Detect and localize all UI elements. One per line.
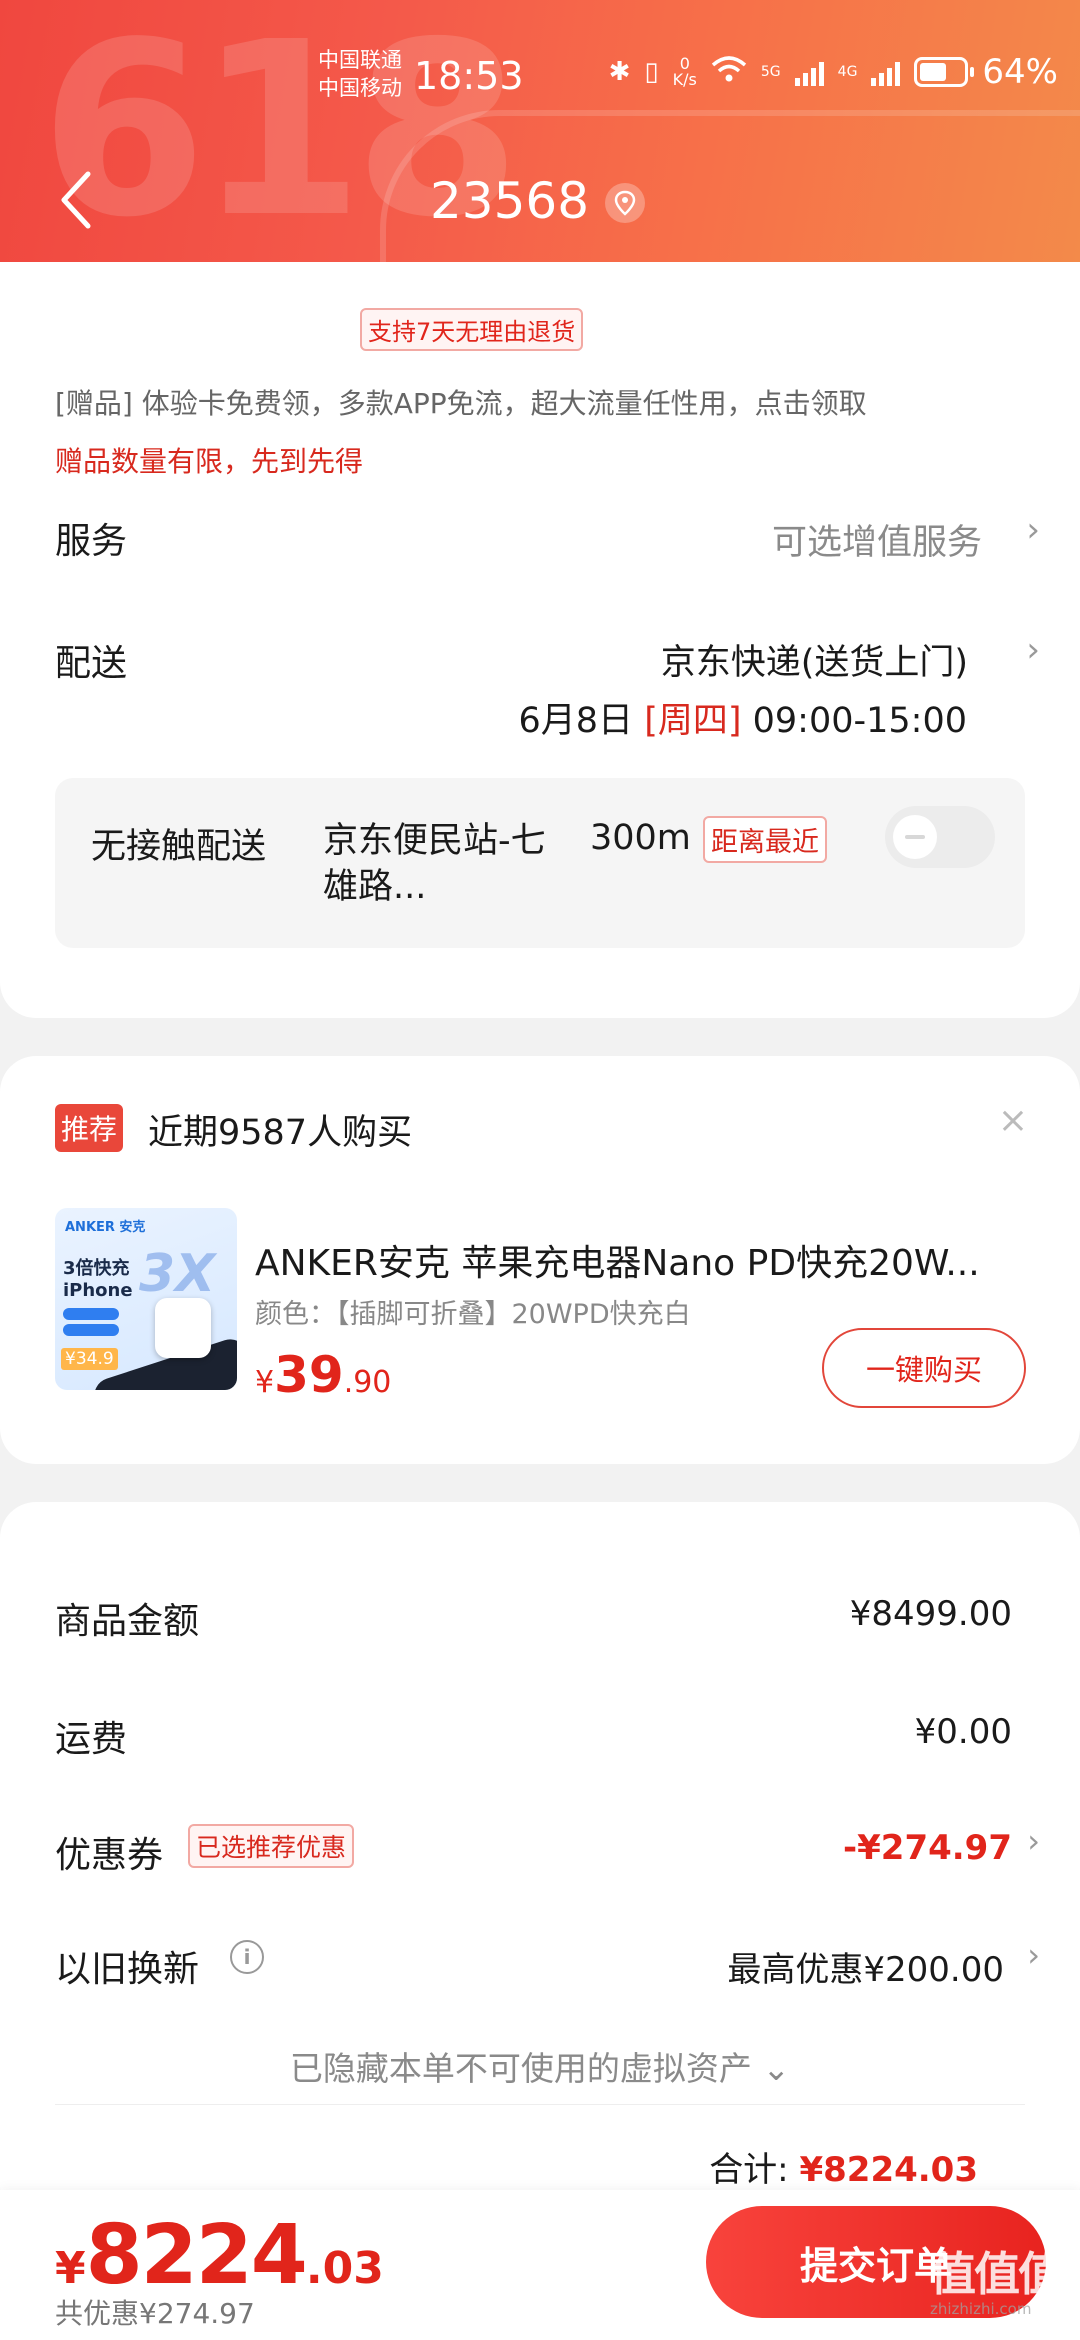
product-image-headline-line: 3倍快充 xyxy=(63,1258,130,1279)
recommend-title: 近期9587人购买 xyxy=(148,1113,413,1153)
final-price: ¥8224.03 xyxy=(55,2208,384,2303)
delivery-card: 支持7天无理由退货 [赠品] 体验卡免费领，多款APP免流，超大流量任性用，点击… xyxy=(0,262,1080,1018)
final-price-int: 8224 xyxy=(85,2208,308,2303)
tradein-label: 以旧换新 xyxy=(55,1949,200,1990)
signal-5g-icon xyxy=(794,58,824,86)
carrier-2: 中国移动 xyxy=(318,76,402,100)
recommend-card: 推荐 近期9587人购买 × ANKER 安克 3倍快充 iPhone 3X ¥… xyxy=(0,1056,1080,1464)
nearest-tag: 距离最近 xyxy=(703,816,827,863)
delivery-window: 09:00-15:00 xyxy=(752,701,967,741)
battery-percent: 64% xyxy=(982,52,1058,92)
contactless-delivery-box: 无接触配送 京东便民站-七雄路... 300m 距离最近 xyxy=(55,778,1025,948)
product-price: ¥39.90 xyxy=(255,1346,391,1404)
goods-amount-value: ¥8499.00 xyxy=(849,1594,1012,1634)
product-image-3x: 3X xyxy=(139,1244,216,1304)
signal-4g-label: 4G xyxy=(837,64,858,80)
watermark-logo: 值值值 xyxy=(930,2247,1064,2301)
vibrate-icon: ▯ xyxy=(644,57,659,87)
signal-5g-label: 5G xyxy=(760,64,781,80)
delivery-date: 6月8日 xyxy=(518,701,634,741)
page-title: 23568 xyxy=(430,172,590,230)
tradein-value[interactable]: 最高优惠¥200.00 xyxy=(727,1942,1004,1991)
product-image-charger xyxy=(155,1298,211,1358)
chevron-down-icon: ⌄ xyxy=(762,2049,791,2088)
product-price-currency: ¥ xyxy=(255,1365,275,1400)
coupon-tag: 已选推荐优惠 xyxy=(188,1824,355,1868)
summary-card: 商品金额 ¥8499.00 运费 ¥0.00 优惠券 已选推荐优惠 -¥274.… xyxy=(0,1502,1080,2222)
info-icon[interactable]: i xyxy=(230,1940,264,1974)
watermark-site: zhizhizhi.com xyxy=(930,2300,1032,2318)
gift-line[interactable]: [赠品] 体验卡免费领，多款APP免流，超大流量任性用，点击领取 xyxy=(55,382,867,422)
service-value[interactable]: 可选增值服务 xyxy=(772,514,982,565)
chevron-right-icon[interactable]: › xyxy=(1027,1936,1040,1974)
toggle-knob xyxy=(893,815,937,859)
total-value: ¥8224.03 xyxy=(799,2150,978,2190)
product-image-headline: 3倍快充 iPhone xyxy=(63,1258,133,1302)
bluetooth-icon: ✱ xyxy=(608,57,631,87)
status-bar: 中国联通 中国移动 18:53 ✱ ▯ 0 K/s 5G 4G 64% xyxy=(0,42,1080,112)
status-time: 18:53 xyxy=(414,54,524,98)
gift-limit: 赠品数量有限，先到先得 xyxy=(55,445,364,478)
total-line: 合计: ¥8224.03 xyxy=(709,2142,978,2191)
coupon-label: 优惠券 xyxy=(55,1835,164,1876)
location-pin-icon[interactable] xyxy=(605,183,645,223)
product-image-brand: ANKER 安克 xyxy=(65,1220,146,1235)
total-label: 合计: xyxy=(709,2150,789,2190)
signal-4g-icon xyxy=(871,58,901,86)
product-spec: 颜色：【插脚可折叠】20WPD快充白 xyxy=(255,1299,691,1330)
product-price-int: 39 xyxy=(274,1346,344,1404)
total-saved: 共优惠¥274.97 xyxy=(55,2297,255,2330)
product-price-dec: .90 xyxy=(343,1365,392,1400)
bottom-bar: ¥8224.03 共优惠¥274.97 提交订单 xyxy=(0,2190,1080,2340)
shipping-value: ¥0.00 xyxy=(914,1712,1012,1752)
contactless-toggle[interactable] xyxy=(885,806,995,868)
final-price-currency: ¥ xyxy=(55,2243,86,2294)
service-label: 服务 xyxy=(55,521,128,562)
goods-amount-label: 商品金额 xyxy=(55,1601,200,1642)
status-icons: ✱ ▯ 0 K/s 5G 4G 64% xyxy=(609,52,1058,92)
battery-icon xyxy=(914,57,975,87)
station-distance: 300m xyxy=(590,818,691,858)
net-speed-unit: K/s xyxy=(672,70,697,89)
product-image-pill xyxy=(63,1308,119,1320)
delivery-label: 配送 xyxy=(55,643,128,684)
close-icon[interactable]: × xyxy=(998,1100,1028,1141)
header: 618 中国联通 中国移动 18:53 ✱ ▯ 0 K/s 5G 4G 64% xyxy=(0,0,1080,276)
product-image-device: iPhone xyxy=(63,1280,133,1301)
delivery-value[interactable]: 京东快递(送货上门) xyxy=(661,634,968,685)
carrier-1: 中国联通 xyxy=(318,48,402,72)
product-image[interactable]: ANKER 安克 3倍快充 iPhone 3X ¥34.9 xyxy=(55,1208,237,1390)
divider xyxy=(55,2104,1025,2105)
delivery-time[interactable]: 6月8日 [周四] 09:00-15:00 xyxy=(519,692,968,743)
contactless-label: 无接触配送 xyxy=(91,827,267,867)
product-image-price: ¥34.9 xyxy=(61,1348,118,1370)
shipping-label: 运费 xyxy=(55,1719,128,1760)
pickup-station[interactable]: 京东便民站-七雄路... xyxy=(323,818,553,910)
chevron-right-icon[interactable]: › xyxy=(1026,630,1040,670)
wifi-icon xyxy=(711,52,747,92)
coupon-value[interactable]: -¥274.97 xyxy=(843,1828,1012,1868)
net-speed: 0 K/s xyxy=(673,56,697,88)
hidden-assets-text: 已隐藏本单不可使用的虚拟资产 xyxy=(289,2049,752,2088)
return-policy-badge: 支持7天无理由退货 xyxy=(360,308,584,351)
product-name[interactable]: ANKER安克 苹果充电器Nano PD快充20W... xyxy=(255,1234,1035,1286)
one-click-buy-button[interactable]: 一键购买 xyxy=(822,1328,1026,1408)
hidden-assets[interactable]: 已隐藏本单不可使用的虚拟资产 ⌄ xyxy=(0,2042,1080,2090)
final-price-dec: .03 xyxy=(305,2243,384,2294)
chevron-right-icon[interactable]: › xyxy=(1026,510,1040,550)
carriers: 中国联通 中国移动 xyxy=(318,46,402,102)
product-image-pill xyxy=(63,1324,119,1336)
recommend-tag: 推荐 xyxy=(55,1104,124,1152)
back-arrow-icon[interactable] xyxy=(58,170,94,230)
chevron-right-icon[interactable]: › xyxy=(1027,1822,1040,1860)
delivery-weekday: [周四] xyxy=(644,701,742,741)
